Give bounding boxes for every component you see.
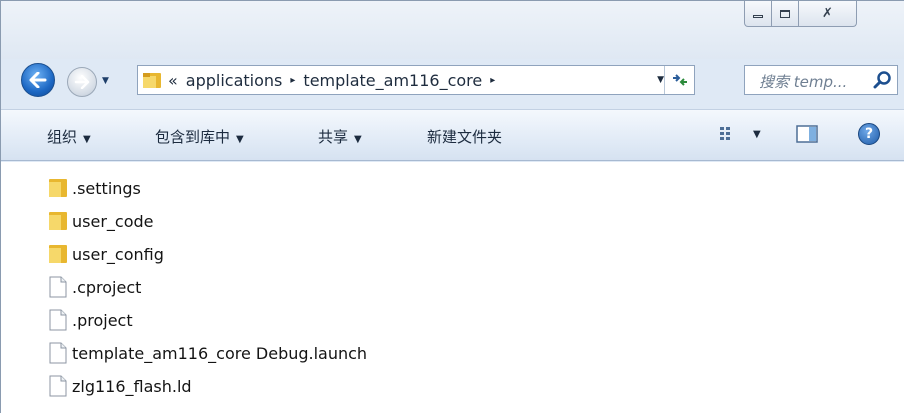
close-icon: ✗	[822, 6, 833, 21]
forward-button[interactable]	[67, 67, 97, 97]
search-box[interactable]: 搜索 temp...	[744, 65, 898, 95]
share-menu[interactable]: 共享 ▼	[318, 126, 362, 147]
organize-menu[interactable]: 组织 ▼	[47, 126, 91, 147]
search-icon[interactable]	[873, 70, 893, 90]
file-name: template_am116_core Debug.launch	[72, 343, 368, 363]
include-in-library-label: 包含到库中	[155, 128, 231, 146]
list-item-file[interactable]: .project	[49, 304, 133, 336]
document-icon	[49, 309, 67, 331]
folder-icon	[49, 210, 67, 232]
organize-label: 组织	[47, 128, 78, 146]
refresh-button[interactable]	[664, 66, 694, 94]
back-button[interactable]	[21, 63, 55, 97]
chevron-down-icon: ▼	[83, 134, 91, 145]
breadcrumb-separator[interactable]: ▸	[290, 75, 295, 86]
arrow-right-icon	[74, 75, 90, 89]
view-options-dropdown[interactable]: ▼	[753, 129, 761, 140]
view-options-icon[interactable]	[719, 126, 739, 142]
new-folder-label: 新建文件夹	[427, 128, 503, 146]
navigation-bar: ▼ « applications ▸ template_am116_core ▸…	[1, 63, 904, 99]
minimize-button[interactable]	[744, 1, 772, 27]
folder-icon	[49, 243, 67, 265]
breadcrumb-overflow[interactable]: «	[168, 71, 178, 90]
breadcrumb-applications[interactable]: applications	[186, 71, 283, 90]
file-name: user_config	[72, 244, 164, 264]
file-name: .settings	[72, 178, 141, 198]
title-bar: ✗	[1, 1, 904, 59]
file-list: .settings user_code user_config .cprojec…	[1, 162, 904, 413]
address-history-dropdown[interactable]: ▼	[657, 75, 664, 85]
list-item-folder[interactable]: user_config	[49, 238, 164, 270]
chevron-down-icon: ▼	[354, 134, 362, 145]
chevron-down-icon: ▼	[236, 134, 244, 145]
list-item-file[interactable]: zlg116_flash.ld	[49, 370, 192, 402]
preview-pane-icon[interactable]	[796, 125, 818, 143]
file-name: .cproject	[72, 277, 142, 297]
folder-icon	[49, 177, 67, 199]
include-in-library-menu[interactable]: 包含到库中 ▼	[155, 126, 244, 147]
share-label: 共享	[318, 128, 349, 146]
refresh-icon	[672, 74, 687, 86]
list-item-folder[interactable]: .settings	[49, 172, 141, 204]
new-folder-button[interactable]: 新建文件夹	[427, 126, 502, 147]
folder-icon	[143, 73, 161, 88]
caption-buttons: ✗	[744, 1, 857, 27]
minimize-icon	[753, 15, 763, 18]
breadcrumb-separator[interactable]: ▸	[490, 75, 495, 86]
list-item-file[interactable]: template_am116_core Debug.launch	[49, 337, 367, 369]
command-bar: 组织 ▼ 包含到库中 ▼ 共享 ▼ 新建文件夹 ▼ ?	[1, 109, 904, 161]
breadcrumb: « applications ▸ template_am116_core ▸	[168, 71, 495, 90]
list-item-folder[interactable]: user_code	[49, 205, 153, 237]
list-item-file[interactable]: .cproject	[49, 271, 141, 303]
arrow-left-icon	[29, 72, 47, 88]
breadcrumb-template-am116-core[interactable]: template_am116_core	[303, 71, 482, 90]
document-icon	[49, 342, 67, 364]
recent-pages-dropdown[interactable]: ▼	[102, 76, 109, 86]
document-icon	[49, 375, 67, 397]
help-icon[interactable]: ?	[858, 123, 880, 145]
search-input[interactable]: 搜索 temp...	[759, 71, 847, 92]
maximize-icon	[780, 9, 790, 18]
maximize-button[interactable]	[772, 1, 799, 27]
file-name: user_code	[72, 211, 154, 231]
explorer-window: ✗ ▼ « applications ▸ template_am116_core…	[0, 0, 904, 413]
document-icon	[49, 276, 67, 298]
file-name: zlg116_flash.ld	[72, 376, 192, 396]
close-button[interactable]: ✗	[799, 1, 857, 27]
file-name: .project	[72, 310, 133, 330]
address-bar[interactable]: « applications ▸ template_am116_core ▸ ▼	[137, 65, 695, 95]
